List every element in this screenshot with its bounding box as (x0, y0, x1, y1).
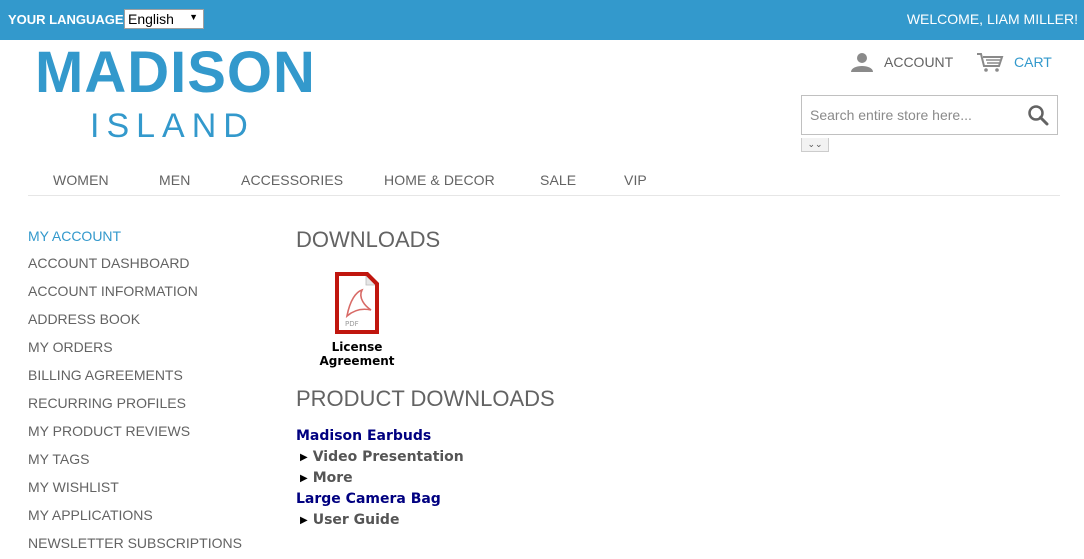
triangle-right-icon: ▶ (300, 473, 308, 484)
nav-item-women[interactable]: WOMEN (53, 172, 109, 188)
sidebar-item-my-applications[interactable]: MY APPLICATIONS (28, 507, 153, 523)
cart-link[interactable]: CART (976, 52, 1052, 72)
license-agreement-download[interactable]: PDF License Agreement (312, 270, 402, 368)
sidebar-item-account-dashboard[interactable]: ACCOUNT DASHBOARD (28, 255, 190, 271)
sidebar-item-recurring-profiles[interactable]: RECURRING PROFILES (28, 395, 186, 411)
product-name[interactable]: Large Camera Bag (296, 491, 441, 507)
pdf-icon-text: PDF (345, 320, 359, 328)
sidebar-item-account-information[interactable]: ACCOUNT INFORMATION (28, 283, 198, 299)
sidebar-item-my-tags[interactable]: MY TAGS (28, 451, 89, 467)
pdf-label-line2: Agreement (319, 354, 395, 368)
logo-main-text: MADISON (35, 40, 316, 105)
cart-label: CART (1014, 54, 1052, 70)
search-button[interactable] (1027, 104, 1049, 126)
cart-icon (977, 53, 1004, 72)
sidebar-item-address-book[interactable]: ADDRESS BOOK (28, 311, 140, 327)
download-link-label: User Guide (312, 512, 400, 528)
account-label: ACCOUNT (884, 54, 954, 70)
logo-sub-text: ISLAND (90, 107, 255, 145)
download-link[interactable]: ▶ Video Presentation (300, 449, 464, 465)
nav-item-sale[interactable]: SALE (540, 172, 576, 188)
chevron-down-icon: ⌄⌄ (807, 139, 823, 149)
sidebar-item-my-product-reviews[interactable]: MY PRODUCT REVIEWS (28, 423, 190, 439)
sidebar-item-newsletter-subscriptions[interactable]: NEWSLETTER SUBSCRIPTIONS (28, 535, 242, 551)
account-link[interactable]: ACCOUNT (850, 52, 953, 72)
nav-item-vip[interactable]: VIP (624, 172, 647, 188)
search-input[interactable] (802, 96, 1017, 134)
triangle-right-icon: ▶ (300, 515, 308, 526)
search-box (801, 95, 1058, 135)
page-title: DOWNLOADS (296, 227, 441, 252)
nav-item-accessories[interactable]: ACCESSORIES (241, 172, 343, 188)
nav-item-home-decor[interactable]: HOME & DECOR (384, 172, 495, 188)
product-name[interactable]: Madison Earbuds (296, 428, 431, 444)
language-label: YOUR LANGUAGE: (8, 12, 128, 27)
header-toggle-button[interactable]: ⌄⌄ (801, 138, 829, 152)
account-icon (851, 53, 873, 72)
download-link-label: Video Presentation (312, 449, 464, 465)
nav-item-men[interactable]: MEN (159, 172, 190, 188)
download-link[interactable]: ▶ More (300, 470, 353, 486)
sidebar-item-billing-agreements[interactable]: BILLING AGREEMENTS (28, 367, 183, 383)
triangle-right-icon: ▶ (300, 452, 308, 463)
search-icon (1028, 105, 1049, 126)
language-select-value: English (128, 11, 174, 27)
pdf-label-line1: License (331, 340, 383, 354)
sidebar-title: MY ACCOUNT (28, 228, 122, 244)
sidebar-item-my-wishlist[interactable]: MY WISHLIST (28, 479, 119, 495)
welcome-message: WELCOME, LIAM MILLER! (906, 11, 1078, 27)
download-link-label: More (312, 470, 353, 486)
product-downloads-title: PRODUCT DOWNLOADS (296, 386, 555, 411)
language-select[interactable]: English ▼ (124, 9, 204, 29)
sidebar-item-my-orders[interactable]: MY ORDERS (28, 339, 113, 355)
download-link[interactable]: ▶ User Guide (300, 512, 399, 528)
top-bar: YOUR LANGUAGE: English ▼ WELCOME, LIAM M… (0, 0, 1084, 40)
main-nav: WOMEN MEN ACCESSORIES HOME & DECOR SALE … (28, 170, 1060, 196)
pdf-file-icon: PDF (335, 272, 379, 334)
dropdown-arrow-icon: ▼ (189, 12, 198, 22)
